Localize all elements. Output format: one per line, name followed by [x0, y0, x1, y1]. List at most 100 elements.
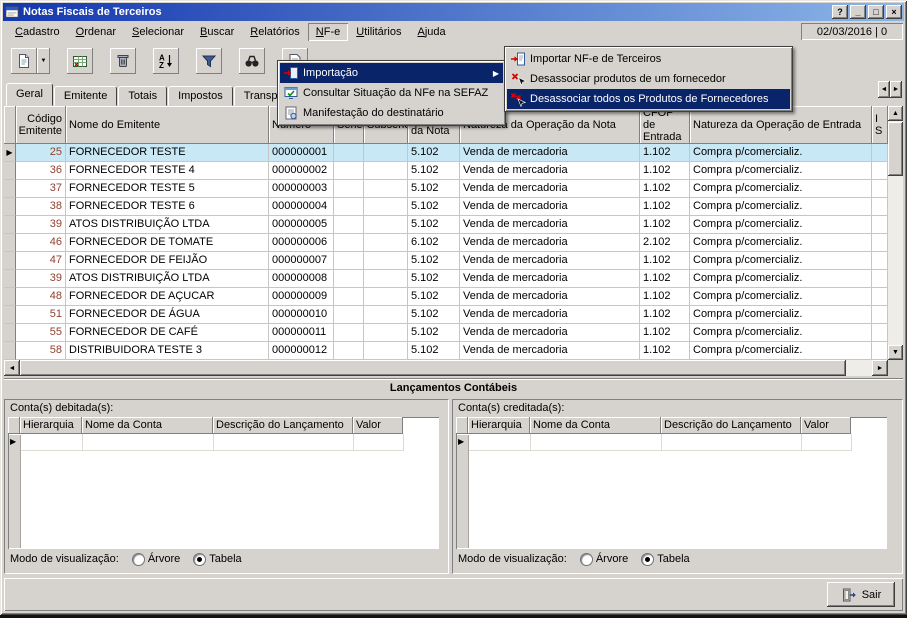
- grid-column-header[interactable]: I S: [872, 106, 888, 144]
- table-row[interactable]: 39ATOS DISTRIBUIÇÃO LTDA0000000055.102Ve…: [4, 216, 888, 234]
- scroll-right-button[interactable]: ►: [872, 360, 888, 376]
- debit-grid[interactable]: HierarquiaNome da ContaDescrição do Lanç…: [8, 417, 439, 549]
- toolbar-find-button[interactable]: [239, 48, 265, 74]
- scroll-down-button[interactable]: ▼: [888, 345, 903, 360]
- view-mode-option-rvore[interactable]: Árvore: [581, 553, 628, 565]
- menubar-item-nf-e[interactable]: NF-e: [308, 23, 348, 41]
- cell: 48: [16, 288, 66, 306]
- scroll-up-button[interactable]: ▲: [888, 106, 903, 121]
- menubar-item-buscar[interactable]: Buscar: [192, 23, 242, 41]
- table-row[interactable]: 51FORNECEDOR DE ÁGUA0000000105.102Venda …: [4, 306, 888, 324]
- cell: FORNECEDOR TESTE 5: [66, 180, 269, 198]
- close-button[interactable]: ×: [886, 5, 902, 19]
- tab-impostos[interactable]: Impostos: [168, 86, 233, 106]
- toolbar-new-dropdown-arrow[interactable]: ▼: [37, 48, 50, 74]
- maximize-button[interactable]: □: [868, 5, 884, 19]
- grid-column-header[interactable]: Valor: [801, 417, 851, 434]
- view-mode-option-rvore[interactable]: Árvore: [133, 553, 180, 565]
- horizontal-scroll-thumb[interactable]: [20, 360, 846, 376]
- grid-column-header[interactable]: Código Emitente: [16, 106, 66, 144]
- cell: [364, 234, 408, 252]
- menubar-item-ajuda[interactable]: Ajuda: [409, 23, 453, 41]
- import-submenu-item-2[interactable]: Desassociar todos os Produtos de Fornece…: [507, 89, 790, 109]
- grid-column-header[interactable]: Nome da Conta: [530, 417, 661, 434]
- grid-column-header[interactable]: Nome da Conta: [82, 417, 213, 434]
- title-bar[interactable]: Notas Fiscais de Terceiros ?_□×: [3, 3, 904, 21]
- menubar-item-ordenar[interactable]: Ordenar: [68, 23, 124, 41]
- table-row[interactable]: 58DISTRIBUIDORA TESTE 30000000125.102Ven…: [4, 342, 888, 360]
- row-indicator: [4, 306, 16, 324]
- table-row[interactable]: 47FORNECEDOR DE FEIJÃO0000000075.102Vend…: [4, 252, 888, 270]
- table-row[interactable]: 55FORNECEDOR DE CAFÉ0000000115.102Venda …: [4, 324, 888, 342]
- table-row[interactable]: 36FORNECEDOR TESTE 40000000025.102Venda …: [4, 162, 888, 180]
- toolbar-filter-button[interactable]: [196, 48, 222, 74]
- radio-button[interactable]: [581, 554, 592, 565]
- cell: 1.102: [640, 306, 690, 324]
- exit-button[interactable]: Sair: [827, 582, 895, 607]
- table-row[interactable]: 38FORNECEDOR TESTE 60000000045.102Venda …: [4, 198, 888, 216]
- new-document-icon: [16, 53, 32, 69]
- view-mode-option-tabela[interactable]: Tabela: [642, 553, 689, 565]
- cell: [364, 306, 408, 324]
- cell: 000000007: [269, 252, 334, 270]
- cell: Compra p/comercializ.: [690, 288, 872, 306]
- grid-column-header[interactable]: Descrição do Lançamento: [661, 417, 801, 434]
- cell: 1.102: [640, 198, 690, 216]
- horizontal-scrollbar[interactable]: ◄ ►: [4, 360, 888, 376]
- tab-emitente[interactable]: Emitente: [54, 86, 117, 106]
- row-indicator: [4, 162, 16, 180]
- invoices-grid: Código EmitenteNome do EmitenteNúmeroSér…: [4, 106, 888, 360]
- scroll-left-button[interactable]: ◄: [878, 81, 890, 98]
- tab-geral[interactable]: Geral: [6, 83, 53, 106]
- cell: [872, 288, 888, 306]
- table-row[interactable]: ▶25FORNECEDOR TESTE0000000015.102Venda d…: [4, 144, 888, 162]
- row-indicator: [4, 324, 16, 342]
- grid-column-header[interactable]: Nome do Emitente: [66, 106, 269, 144]
- grid-column-header[interactable]: Descrição do Lançamento: [213, 417, 353, 434]
- cell: 5.102: [408, 252, 460, 270]
- menubar-item-relat-rios[interactable]: Relatórios: [242, 23, 308, 41]
- table-row[interactable]: 39ATOS DISTRIBUIÇÃO LTDA0000000085.102Ve…: [4, 270, 888, 288]
- cell: [334, 324, 364, 342]
- table-row[interactable]: 37FORNECEDOR TESTE 50000000035.102Venda …: [4, 180, 888, 198]
- radio-button[interactable]: [642, 554, 653, 565]
- grid-column-header[interactable]: Hierarquia: [20, 417, 82, 434]
- nfe-menu-item-1[interactable]: Consultar Situação da NFe na SEFAZ: [280, 83, 503, 103]
- toolbar-new-document-button[interactable]: [11, 48, 37, 74]
- vertical-scrollbar[interactable]: ▲ ▼: [888, 106, 903, 360]
- help-button[interactable]: ?: [832, 5, 848, 19]
- toolbar-sort-az-button[interactable]: AZ: [153, 48, 179, 74]
- menubar-item-utilit-rios[interactable]: Utilitários: [348, 23, 409, 41]
- menubar-item-selecionar[interactable]: Selecionar: [124, 23, 192, 41]
- view-mode-option-tabela[interactable]: Tabela: [194, 553, 241, 565]
- grid-column-header[interactable]: Valor: [353, 417, 403, 434]
- import-submenu-item-1[interactable]: Desassociar produtos de um fornecedor: [507, 69, 790, 89]
- grid-column-header[interactable]: Hierarquia: [468, 417, 530, 434]
- scroll-left-button[interactable]: ◄: [4, 360, 20, 376]
- cell: FORNECEDOR TESTE: [66, 144, 269, 162]
- menubar-item-cadastro[interactable]: Cadastro: [7, 23, 68, 41]
- menu-item-label: Importar NF-e de Terceiros: [530, 53, 661, 65]
- radio-button[interactable]: [194, 554, 205, 565]
- toolbar-export-grid-button[interactable]: [67, 48, 93, 74]
- unlink-all-icon: [509, 91, 527, 107]
- import-submenu-item-0[interactable]: Importar NF-e de Terceiros: [507, 49, 790, 69]
- table-row[interactable]: 48FORNECEDOR DE AÇUCAR0000000095.102Vend…: [4, 288, 888, 306]
- tab-totais[interactable]: Totais: [118, 86, 167, 106]
- cell: 1.102: [640, 288, 690, 306]
- cell: 55: [16, 324, 66, 342]
- toolbar-delete-button[interactable]: [110, 48, 136, 74]
- credit-grid[interactable]: HierarquiaNome da ContaDescrição do Lanç…: [456, 417, 887, 549]
- cell: [364, 342, 408, 360]
- scroll-right-button[interactable]: ►: [890, 81, 902, 98]
- debit-panel-label: Conta(s) debitada(s):: [10, 402, 113, 414]
- cell: [872, 342, 888, 360]
- nfe-menu-item-2[interactable]: Manifestação do destinatário: [280, 103, 503, 123]
- table-row[interactable]: 46FORNECEDOR DE TOMATE0000000066.102Vend…: [4, 234, 888, 252]
- minimize-button[interactable]: _: [850, 5, 866, 19]
- view-mode-label: Modo de visualização:: [458, 553, 567, 565]
- radio-button[interactable]: [133, 554, 144, 565]
- submenu-arrow-icon: ▶: [493, 69, 499, 78]
- vertical-scroll-thumb[interactable]: [888, 122, 903, 176]
- nfe-menu-item-0[interactable]: Importação▶: [280, 63, 503, 83]
